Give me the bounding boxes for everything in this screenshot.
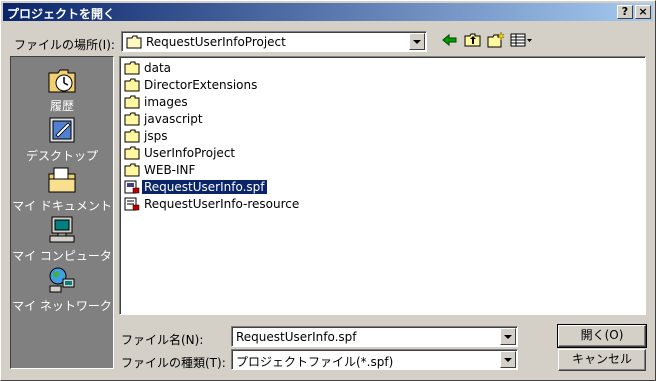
back-icon[interactable]: [441, 31, 459, 49]
folder-icon: [124, 95, 140, 109]
up-folder-icon[interactable]: [464, 31, 482, 49]
cancel-button[interactable]: キャンセル: [558, 349, 646, 371]
project-file-icon: [124, 180, 140, 194]
my-computer-icon: [49, 216, 75, 243]
place-label: マイ ネットワーク: [12, 299, 112, 313]
file-name: images: [144, 95, 188, 109]
file-name: data: [144, 61, 172, 75]
new-folder-icon[interactable]: [487, 31, 505, 49]
open-project-dialog: プロジェクトを開く ? × ファイルの場所(I): RequestUserInf…: [0, 0, 656, 381]
filename-label: ファイル名(N):: [121, 333, 204, 347]
filetype-select[interactable]: プロジェクトファイル(*.spf): [231, 349, 518, 370]
filetype-label: ファイルの種類(T):: [121, 356, 226, 370]
filetype-dropdown-arrow[interactable]: [500, 351, 516, 368]
open-button[interactable]: 開く(O): [557, 324, 647, 348]
place-history[interactable]: 履歴: [11, 65, 113, 113]
help-button[interactable]: ?: [617, 5, 633, 19]
file-name: javascript: [144, 112, 203, 126]
location-value: RequestUserInfoProject: [146, 35, 286, 49]
place-my-computer[interactable]: マイ コンピュータ: [11, 215, 113, 263]
location-dropdown-arrow[interactable]: [409, 33, 425, 50]
location-label: ファイルの場所(I):: [14, 38, 115, 52]
location-combo[interactable]: RequestUserInfoProject: [121, 31, 427, 52]
folder-icon: [124, 112, 140, 126]
folder-icon: [124, 163, 140, 177]
view-menu-icon[interactable]: [510, 31, 534, 49]
desktop-icon: [49, 117, 75, 143]
folder-icon: [124, 78, 140, 92]
window-title: プロジェクトを開く: [7, 7, 116, 21]
place-label: デスクトップ: [25, 149, 98, 163]
file-list[interactable]: data DirectorExtensions images javascrip…: [119, 56, 646, 315]
file-name: WEB-INF: [144, 163, 196, 177]
my-network-icon: [49, 267, 75, 293]
file-name: DirectorExtensions: [144, 78, 258, 92]
folder-icon: [124, 146, 140, 160]
filename-dropdown-arrow[interactable]: [500, 328, 516, 345]
place-desktop[interactable]: デスクトップ: [11, 115, 113, 163]
file-name: RequestUserInfo-resource: [144, 197, 300, 211]
file-name: UserInfoProject: [144, 146, 236, 160]
place-label: マイ コンピュータ: [12, 249, 112, 263]
place-my-network[interactable]: マイ ネットワーク: [11, 265, 113, 313]
filename-input[interactable]: RequestUserInfo.spf: [231, 326, 518, 347]
file-name: jsps: [144, 129, 168, 143]
history-icon: [48, 69, 76, 93]
my-documents-icon: [48, 167, 76, 193]
place-my-documents[interactable]: マイ ドキュメント: [11, 165, 113, 213]
filename-value: RequestUserInfo.spf: [236, 330, 357, 344]
folder-icon: [126, 35, 142, 49]
places-bar: 履歴 デスクトップ マイ ドキュメント マイ コンピュータ マイ ネットワーク: [10, 56, 114, 369]
folder-icon: [124, 61, 140, 75]
file-name: RequestUserInfo.spf: [142, 180, 267, 194]
close-button[interactable]: ×: [635, 5, 651, 19]
filetype-value: プロジェクトファイル(*.spf): [236, 355, 394, 369]
place-label: マイ ドキュメント: [12, 199, 112, 213]
title-bar[interactable]: プロジェクトを開く ? ×: [3, 3, 653, 21]
folder-icon: [124, 129, 140, 143]
place-label: 履歴: [49, 99, 74, 113]
resource-file-icon: [124, 197, 140, 211]
